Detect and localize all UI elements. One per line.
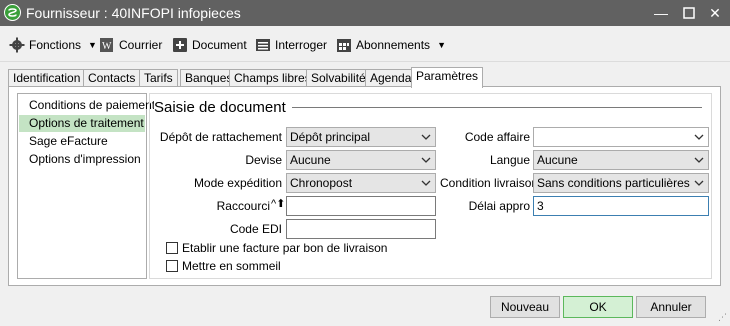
tab-parametres[interactable]: Paramètres: [411, 67, 484, 88]
devise-label: Devise: [245, 153, 282, 167]
raccourci-label: Raccourci: [216, 199, 270, 213]
sidebar: Conditions de paiement Options de traite…: [17, 93, 155, 279]
mode-expedition-value: Chronopost: [290, 176, 353, 190]
sidebar-item-conditions-de-paiement[interactable]: Conditions de paiement: [19, 97, 155, 114]
mode-expedition-label: Mode expédition: [193, 176, 282, 190]
langue-select[interactable]: Aucune: [533, 150, 709, 170]
toolbar: Fonctions ▼ W Courrier Document Interrog…: [0, 26, 730, 62]
chevron-down-icon: [421, 180, 431, 186]
fonctions-menu-button[interactable]: Fonctions ▼: [9, 35, 97, 55]
checkbox-box: [166, 260, 178, 272]
annuler-button[interactable]: Annuler: [636, 296, 706, 318]
delai-appro-input[interactable]: 3: [533, 196, 709, 216]
app-logo-icon: [4, 4, 21, 21]
svg-text:W: W: [102, 41, 112, 52]
facture-par-bl-checkbox[interactable]: Etablir une facture par bon de livraison: [166, 241, 387, 255]
mode-expedition-select[interactable]: Chronopost: [286, 173, 436, 193]
langue-value: Aucune: [537, 153, 578, 167]
close-icon[interactable]: ✕: [704, 3, 726, 23]
document-label: Document: [192, 38, 247, 52]
minimize-icon[interactable]: —: [650, 3, 672, 23]
tab-agenda[interactable]: Agenda: [365, 69, 417, 87]
chevron-down-icon: [421, 157, 431, 163]
mettre-en-sommeil-label: Mettre en sommeil: [182, 259, 281, 273]
interroger-button[interactable]: Interroger: [255, 35, 327, 55]
langue-label: Langue: [489, 153, 530, 167]
depot-select[interactable]: Dépôt principal: [286, 127, 436, 147]
tab-panel: Conditions de paiement Options de traite…: [8, 86, 721, 286]
condition-livraison-select[interactable]: Sans conditions particulières: [533, 173, 709, 193]
tab-identification[interactable]: Identification: [8, 69, 86, 87]
code-affaire-select[interactable]: [533, 127, 709, 147]
devise-select[interactable]: Aucune: [286, 150, 436, 170]
sidebar-item-sage-efacture[interactable]: Sage eFacture: [19, 133, 145, 150]
abonnements-menu-button[interactable]: Abonnements ▼: [336, 35, 446, 55]
code-edi-label: Code EDI: [229, 222, 282, 236]
document-button[interactable]: Document: [172, 35, 247, 55]
code-affaire-label: Code affaire: [464, 130, 530, 144]
saisie-de-document-group: Saisie de document Dépôt de rattachement…: [149, 93, 712, 279]
condition-livraison-value: Sans conditions particulières: [537, 176, 690, 190]
fonctions-label: Fonctions: [29, 38, 82, 52]
interroger-label: Interroger: [275, 38, 328, 52]
facture-par-bl-label: Etablir une facture par bon de livraison: [182, 241, 388, 255]
depot-value: Dépôt principal: [290, 130, 371, 144]
sidebar-item-options-impression[interactable]: Options d'impression: [19, 151, 145, 168]
section-title: Saisie de document: [154, 99, 292, 116]
nouveau-button[interactable]: Nouveau: [490, 296, 560, 318]
delai-appro-label: Délai appro: [468, 199, 530, 213]
sidebar-item-options-de-traitement[interactable]: Options de traitement: [19, 115, 145, 132]
raccourci-input[interactable]: [286, 196, 436, 216]
chevron-down-icon: ▼: [88, 40, 97, 50]
code-edi-input[interactable]: [286, 219, 436, 239]
chevron-down-icon: [694, 157, 704, 163]
maximize-icon[interactable]: [678, 3, 700, 23]
calendar-icon: [336, 37, 352, 53]
courrier-label: Courrier: [119, 38, 163, 52]
chevron-down-icon: [421, 134, 431, 140]
devise-value: Aucune: [290, 153, 331, 167]
tab-solvabilite[interactable]: Solvabilité: [306, 69, 371, 87]
mettre-en-sommeil-checkbox[interactable]: Mettre en sommeil: [166, 259, 281, 273]
condition-livraison-label: Condition livraison: [440, 176, 539, 190]
depot-label: Dépôt de rattachement: [159, 130, 282, 144]
window-title: Fournisseur : 40INFOPI infopieces: [26, 5, 241, 21]
tab-tarifs[interactable]: Tarifs: [139, 69, 178, 87]
chevron-down-icon: ▼: [437, 40, 446, 50]
checkbox-box: [166, 242, 178, 254]
courrier-button[interactable]: W Courrier: [99, 35, 162, 55]
list-icon: [255, 37, 271, 53]
tab-champs-libres[interactable]: Champs libres: [229, 69, 316, 87]
resize-grip-icon[interactable]: ⋰: [718, 312, 727, 323]
word-document-icon: W: [99, 37, 115, 53]
add-document-icon: [172, 37, 188, 53]
gear-icon: [9, 37, 25, 53]
ok-button[interactable]: OK: [563, 296, 633, 318]
shortcut-icon: ^⬆: [271, 198, 286, 210]
chevron-down-icon: [694, 134, 704, 140]
section-divider: [290, 107, 702, 108]
title-bar: Fournisseur : 40INFOPI infopieces — ✕: [0, 0, 730, 26]
chevron-down-icon: [694, 180, 704, 186]
tab-contacts[interactable]: Contacts: [83, 69, 141, 87]
abonnements-label: Abonnements: [356, 38, 431, 52]
